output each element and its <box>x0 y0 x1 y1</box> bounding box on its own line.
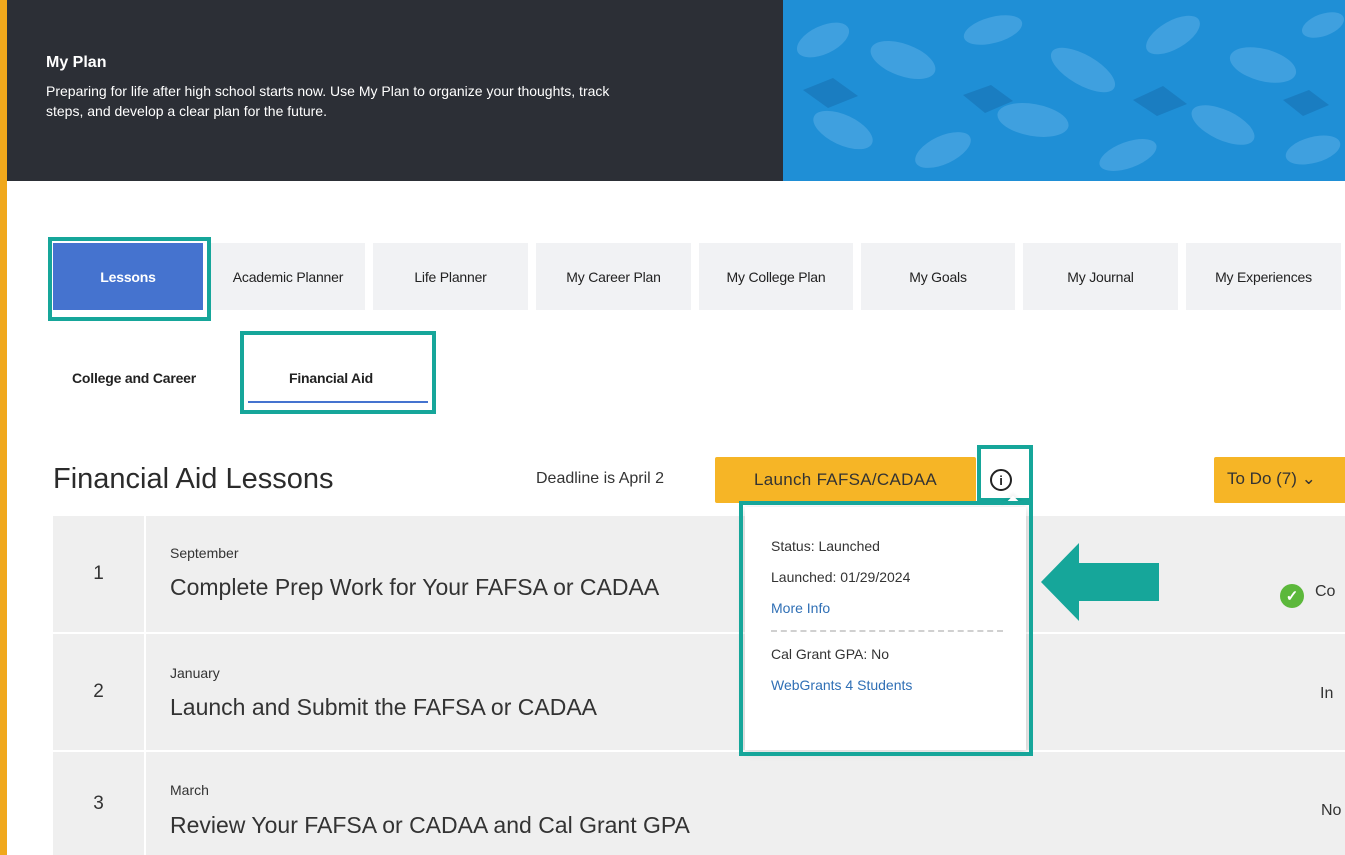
tab-life-planner[interactable]: Life Planner <box>373 243 528 310</box>
tab-my-journal[interactable]: My Journal <box>1023 243 1178 310</box>
page-title: My Plan <box>46 54 107 71</box>
section-title: Financial Aid Lessons <box>53 463 334 495</box>
financial-aid-subtab-highlight <box>240 331 436 414</box>
page-banner: My Plan Preparing for life after high sc… <box>7 0 1345 181</box>
launch-fafsa-button[interactable]: Launch FAFSA/CADAA <box>715 457 976 503</box>
lesson-status: No <box>1321 802 1342 819</box>
gold-frame-border <box>0 0 7 855</box>
todo-dropdown-button[interactable]: To Do (7) ⌄ <box>1214 457 1345 503</box>
info-glyph: i <box>999 472 1003 488</box>
tab-academic-planner[interactable]: Academic Planner <box>211 243 365 310</box>
deadline-text: Deadline is April 2 <box>536 470 665 487</box>
lessons-tab-highlight <box>48 237 211 321</box>
lesson-status: In <box>1320 685 1334 702</box>
tab-my-goals[interactable]: My Goals <box>861 243 1015 310</box>
main-tabs: Lessons Academic Planner Life Planner My… <box>53 243 1345 310</box>
page-description: Preparing for life after high school sta… <box>46 83 610 119</box>
popover-highlight <box>739 501 1033 756</box>
lesson-title[interactable]: Complete Prep Work for Your FAFSA or CAD… <box>170 574 659 601</box>
tab-my-college-plan[interactable]: My College Plan <box>699 243 853 310</box>
graduation-caps-image <box>783 0 1345 181</box>
lesson-row-2[interactable]: 2 January Launch and Submit the FAFSA or… <box>53 634 1345 750</box>
info-icon[interactable]: i <box>990 469 1012 491</box>
lesson-number: 1 <box>53 516 146 632</box>
lesson-month: March <box>170 782 209 798</box>
callout-arrow-icon <box>1041 543 1159 621</box>
tab-my-experiences[interactable]: My Experiences <box>1186 243 1341 310</box>
lesson-number: 2 <box>53 634 146 750</box>
subtab-college-and-career[interactable]: College and Career <box>72 370 196 386</box>
banner-text-panel: My Plan Preparing for life after high sc… <box>7 0 783 181</box>
lesson-title[interactable]: Launch and Submit the FAFSA or CADAA <box>170 694 597 721</box>
lesson-number: 3 <box>53 752 146 855</box>
lesson-month: September <box>170 545 239 561</box>
lesson-row-3[interactable]: 3 March Review Your FAFSA or CADAA and C… <box>53 752 1345 855</box>
tab-my-career-plan[interactable]: My Career Plan <box>536 243 691 310</box>
banner-image <box>783 0 1345 181</box>
lesson-status: Co <box>1315 583 1336 600</box>
lesson-title[interactable]: Review Your FAFSA or CADAA and Cal Grant… <box>170 812 690 839</box>
lesson-month: January <box>170 665 220 681</box>
completed-check-icon: ✓ <box>1280 584 1304 608</box>
